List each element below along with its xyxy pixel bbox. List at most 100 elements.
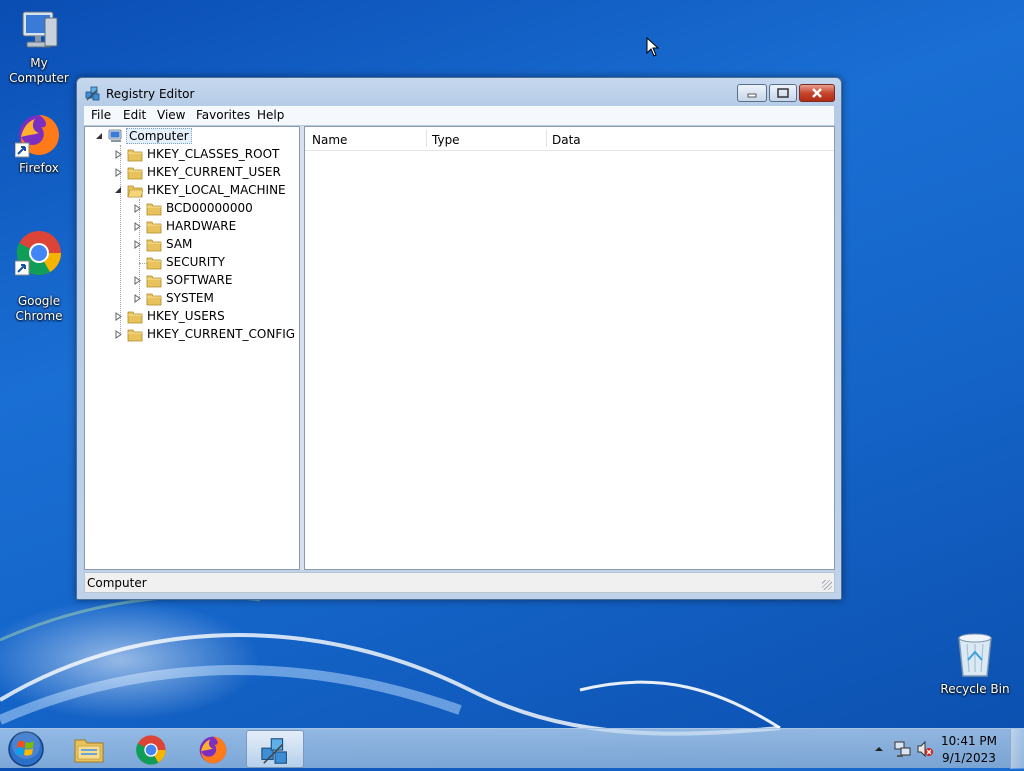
menu-bar: File Edit View Favorites Help: [84, 106, 834, 125]
menu-help[interactable]: Help: [257, 108, 284, 122]
key-tree-pane[interactable]: Computer HKEY_CLASSES_ROOT HKEY_CURRENT_…: [84, 126, 300, 570]
network-icon[interactable]: [894, 740, 912, 758]
tree-node-hardware[interactable]: HARDWARE: [129, 218, 279, 236]
recycle-bin-icon: [958, 633, 992, 677]
registry-editor-icon: [85, 86, 100, 101]
minimize-icon: [747, 93, 757, 98]
desktop-icon-firefox[interactable]: Firefox: [0, 111, 78, 176]
tree-node-software[interactable]: SOFTWARE: [129, 272, 279, 290]
values-list-pane[interactable]: Name Type Data: [304, 126, 835, 570]
tree-label: BCD00000000: [166, 201, 253, 215]
column-divider[interactable]: [426, 130, 427, 147]
expand-arrow-icon[interactable]: [133, 240, 142, 249]
tree-label: HKEY_CLASSES_ROOT: [147, 147, 280, 161]
tree-node-system[interactable]: SYSTEM: [129, 290, 279, 308]
desktop-icon-recycle-bin[interactable]: Recycle Bin: [936, 630, 1014, 697]
expand-arrow-icon[interactable]: [133, 276, 142, 285]
menu-favorites[interactable]: Favorites: [196, 108, 250, 122]
desktop-icon-label: Recycle Bin: [940, 682, 1010, 696]
computer-icon: [108, 129, 122, 142]
close-button[interactable]: [799, 84, 835, 102]
expand-arrow-icon[interactable]: [114, 168, 123, 177]
desktop-icon-label: Firefox: [19, 161, 59, 175]
taskbar-registry-editor[interactable]: [246, 730, 304, 768]
folder-icon: [127, 167, 143, 180]
registry-editor-icon: [261, 738, 287, 764]
tree-node-hkey-current-user[interactable]: HKEY_CURRENT_USER: [110, 164, 290, 182]
taskbar-file-explorer[interactable]: [60, 730, 118, 768]
chrome-icon: [136, 735, 166, 765]
folder-icon: [146, 257, 162, 270]
tree-node-bcd00000000[interactable]: BCD00000000: [129, 200, 279, 218]
tree-label: SYSTEM: [166, 291, 214, 305]
minimize-button[interactable]: [737, 84, 767, 102]
tree-label: SECURITY: [166, 255, 225, 269]
column-header-data[interactable]: Data: [552, 133, 581, 147]
desktop-icon-my-computer[interactable]: My Computer: [0, 8, 78, 86]
expand-arrow-icon[interactable]: [114, 312, 123, 321]
menu-edit[interactable]: Edit: [123, 108, 146, 122]
computer-icon: [22, 11, 58, 48]
folder-icon: [146, 221, 162, 234]
clock-time[interactable]: 10:41 PM: [941, 734, 997, 748]
file-explorer-icon: [74, 739, 104, 763]
taskbar-firefox[interactable]: [184, 730, 242, 768]
tree-node-hkey-current-config[interactable]: HKEY_CURRENT_CONFIG: [110, 326, 295, 344]
window-title: Registry Editor: [106, 87, 195, 101]
desktop-icon-label: My Computer: [9, 56, 69, 85]
collapse-arrow-icon[interactable]: [95, 132, 104, 141]
menu-view[interactable]: View: [157, 108, 185, 122]
status-path: Computer: [87, 576, 147, 590]
close-icon: [812, 88, 822, 98]
firefox-icon: [15, 115, 59, 158]
taskbar-chrome[interactable]: [122, 730, 180, 768]
resize-grip[interactable]: [822, 580, 832, 590]
folder-icon: [146, 293, 162, 306]
show-desktop-button[interactable]: [1010, 729, 1024, 769]
folder-icon: [146, 275, 162, 288]
mouse-cursor-icon: [646, 37, 660, 57]
column-divider[interactable]: [546, 130, 547, 147]
column-header-type[interactable]: Type: [432, 133, 460, 147]
tree-node-hkey-local-machine[interactable]: HKEY_LOCAL_MACHINE: [110, 182, 295, 200]
desktop-icon-google-chrome[interactable]: Google Chrome: [0, 214, 78, 339]
tree-label: SOFTWARE: [166, 273, 233, 287]
firefox-icon: [199, 736, 227, 764]
registry-editor-window[interactable]: Registry Editor File Edit View Favorites…: [76, 77, 842, 600]
windows-logo-icon: [8, 731, 44, 767]
tree-node-hkey-users[interactable]: HKEY_USERS: [110, 308, 290, 326]
volume-muted-icon[interactable]: [916, 740, 934, 758]
expand-arrow-icon[interactable]: [133, 294, 142, 303]
expand-arrow-icon[interactable]: [114, 330, 123, 339]
maximize-button[interactable]: [769, 84, 797, 102]
folder-icon: [127, 329, 143, 342]
system-tray: 10:41 PM 9/1/2023: [864, 729, 1024, 769]
tree-label: HKEY_LOCAL_MACHINE: [147, 183, 286, 197]
show-hidden-icons-icon[interactable]: [874, 744, 884, 754]
tree-node-security[interactable]: SECURITY: [129, 254, 279, 272]
folder-open-icon: [127, 185, 143, 198]
tree-label: HKEY_CURRENT_CONFIG: [147, 327, 296, 341]
folder-icon: [127, 149, 143, 162]
taskbar: 10:41 PM 9/1/2023: [0, 728, 1024, 769]
tree-label: SAM: [166, 237, 193, 251]
folder-icon: [146, 239, 162, 252]
tree-label: HKEY_CURRENT_USER: [147, 165, 281, 179]
expand-arrow-icon[interactable]: [114, 150, 123, 159]
folder-icon: [146, 203, 162, 216]
title-bar[interactable]: Registry Editor: [77, 78, 841, 106]
column-header-name[interactable]: Name: [312, 133, 347, 147]
tree-node-sam[interactable]: SAM: [129, 236, 279, 254]
folder-icon: [127, 311, 143, 324]
maximize-icon: [777, 88, 789, 98]
tree-label-computer: Computer: [126, 128, 192, 144]
menu-file[interactable]: File: [91, 108, 111, 122]
expand-arrow-icon[interactable]: [133, 204, 142, 213]
tree-node-computer[interactable]: Computer: [91, 128, 271, 146]
start-button[interactable]: [4, 730, 48, 768]
collapse-arrow-icon[interactable]: [114, 186, 123, 195]
tree-node-hkey-classes-root[interactable]: HKEY_CLASSES_ROOT: [110, 146, 290, 164]
expand-arrow-icon[interactable]: [133, 222, 142, 231]
list-header: Name Type Data: [305, 127, 834, 151]
clock-date[interactable]: 9/1/2023: [941, 751, 997, 765]
